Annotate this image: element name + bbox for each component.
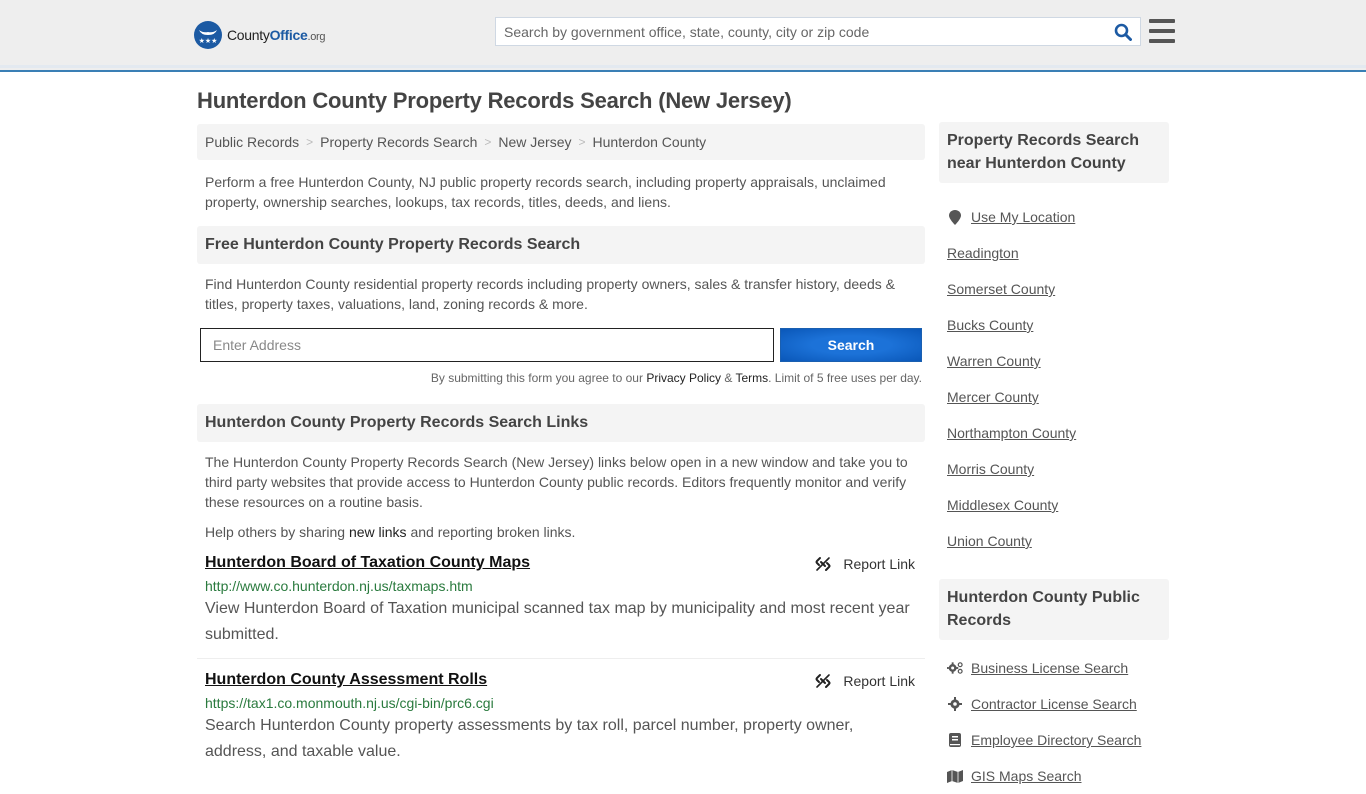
search-icon[interactable] bbox=[1106, 18, 1140, 45]
public-records-link[interactable]: Contractor License Search bbox=[971, 696, 1137, 712]
map-marker-icon bbox=[947, 209, 963, 225]
nearby-link[interactable]: Mercer County bbox=[947, 389, 1039, 405]
breadcrumb-separator: > bbox=[306, 135, 314, 149]
disclaimer-prefix: By submitting this form you agree to our bbox=[430, 371, 647, 385]
link-description: Search Hunterdon County property assessm… bbox=[205, 717, 854, 760]
disclaimer-amp: & bbox=[721, 371, 736, 385]
gear-icon bbox=[947, 697, 963, 711]
disclaimer-suffix: . Limit of 5 free uses per day. bbox=[768, 371, 922, 385]
sidebar: Property Records Search near Hunterdon C… bbox=[939, 122, 1169, 794]
nearby-link[interactable]: Morris County bbox=[947, 461, 1034, 477]
breadcrumb-public-records[interactable]: Public Records bbox=[205, 134, 299, 150]
public-records-panel: Hunterdon County Public Records Business… bbox=[939, 579, 1169, 794]
nearby-link[interactable]: Somerset County bbox=[947, 281, 1055, 297]
use-my-location-link[interactable]: Use My Location bbox=[971, 209, 1075, 225]
nearby-link[interactable]: Middlesex County bbox=[947, 497, 1058, 513]
nearby-item: Mercer County bbox=[947, 379, 1161, 415]
nearby-list: Use My Location Readington Somerset Coun… bbox=[939, 183, 1169, 559]
map-icon bbox=[947, 769, 963, 783]
address-input[interactable] bbox=[200, 328, 774, 362]
nearby-heading: Property Records Search near Hunterdon C… bbox=[939, 122, 1169, 183]
report-link-label: Report Link bbox=[843, 556, 915, 572]
breadcrumb-property-records-search[interactable]: Property Records Search bbox=[320, 134, 477, 150]
breadcrumb-new-jersey[interactable]: New Jersey bbox=[498, 134, 571, 150]
nearby-panel: Property Records Search near Hunterdon C… bbox=[939, 122, 1169, 559]
report-link-button[interactable]: Report Link bbox=[815, 673, 915, 689]
form-disclaimer: By submitting this form you agree to our… bbox=[197, 371, 925, 385]
intro-text: Perform a free Hunterdon County, NJ publ… bbox=[205, 174, 886, 210]
book-icon bbox=[947, 733, 963, 747]
logo-brand-left: County bbox=[227, 27, 270, 43]
breadcrumb: Public Records > Property Records Search… bbox=[197, 124, 925, 160]
free-search-heading: Free Hunterdon County Property Records S… bbox=[197, 226, 925, 264]
new-links-link[interactable]: new links bbox=[349, 524, 407, 540]
nearby-item: Readington bbox=[947, 235, 1161, 271]
link-url: http://www.co.hunterdon.nj.us/taxmaps.ht… bbox=[205, 578, 473, 594]
address-search-button[interactable]: Search bbox=[780, 328, 922, 362]
privacy-policy-link[interactable]: Privacy Policy bbox=[646, 371, 721, 385]
links-section-description: The Hunterdon County Property Records Se… bbox=[205, 454, 908, 510]
logo-text: CountyOffice.org bbox=[227, 27, 326, 43]
link-url: https://tax1.co.monmouth.nj.us/cgi-bin/p… bbox=[205, 695, 494, 711]
global-search-input[interactable] bbox=[496, 18, 1106, 45]
nearby-link[interactable]: Northampton County bbox=[947, 425, 1076, 441]
report-link-label: Report Link bbox=[843, 673, 915, 689]
terms-link[interactable]: Terms bbox=[735, 371, 768, 385]
public-records-link[interactable]: Business License Search bbox=[971, 660, 1128, 676]
svg-text:★★★: ★★★ bbox=[199, 37, 218, 45]
nearby-item: Union County bbox=[947, 523, 1161, 559]
link-item: Hunterdon Board of Taxation County Maps … bbox=[197, 542, 925, 659]
help-suffix: and reporting broken links. bbox=[406, 524, 576, 540]
site-header: ★★★ CountyOffice.org bbox=[0, 0, 1366, 72]
broken-link-icon bbox=[815, 674, 831, 688]
links-section-heading: Hunterdon County Property Records Search… bbox=[197, 404, 925, 442]
page-title: Hunterdon County Property Records Search… bbox=[197, 88, 792, 113]
nearby-item: Bucks County bbox=[947, 307, 1161, 343]
menu-bar bbox=[1149, 29, 1175, 33]
broken-link-icon bbox=[815, 557, 831, 571]
logo-tld: .org bbox=[307, 31, 326, 43]
help-prefix: Help others by sharing bbox=[205, 524, 349, 540]
link-title[interactable]: Hunterdon Board of Taxation County Maps bbox=[205, 554, 530, 571]
nearby-link[interactable]: Union County bbox=[947, 533, 1032, 549]
nearby-item: Morris County bbox=[947, 451, 1161, 487]
public-records-item: Business License Search bbox=[947, 650, 1161, 686]
nearby-item: Middlesex County bbox=[947, 487, 1161, 523]
hamburger-menu-icon[interactable] bbox=[1149, 19, 1175, 43]
site-logo[interactable]: ★★★ CountyOffice.org bbox=[194, 21, 326, 49]
public-records-link[interactable]: GIS Maps Search bbox=[971, 768, 1082, 784]
help-text: Help others by sharing new links and rep… bbox=[197, 512, 925, 542]
link-description: View Hunterdon Board of Taxation municip… bbox=[205, 600, 910, 643]
menu-bar bbox=[1149, 19, 1175, 23]
report-link-button[interactable]: Report Link bbox=[815, 556, 915, 572]
link-item: Hunterdon County Assessment Rolls Report… bbox=[197, 659, 925, 775]
nearby-item: Warren County bbox=[947, 343, 1161, 379]
logo-brand-right: Office bbox=[269, 27, 308, 43]
breadcrumb-hunterdon-county[interactable]: Hunterdon County bbox=[593, 134, 707, 150]
main-content: Public Records > Property Records Search… bbox=[197, 124, 925, 775]
nearby-link[interactable]: Bucks County bbox=[947, 317, 1033, 333]
public-records-link[interactable]: Employee Directory Search bbox=[971, 732, 1141, 748]
breadcrumb-separator: > bbox=[484, 135, 492, 149]
public-records-item: Contractor License Search bbox=[947, 686, 1161, 722]
public-records-item: Employee Directory Search bbox=[947, 722, 1161, 758]
eagle-logo-icon: ★★★ bbox=[194, 21, 222, 49]
links-list: Hunterdon Board of Taxation County Maps … bbox=[197, 542, 925, 775]
nearby-item: Somerset County bbox=[947, 271, 1161, 307]
nearby-link[interactable]: Warren County bbox=[947, 353, 1041, 369]
public-records-item: GIS Maps Search bbox=[947, 758, 1161, 794]
public-records-list: Business License Search Contractor Licen… bbox=[939, 640, 1169, 794]
global-search bbox=[495, 17, 1141, 46]
menu-bar bbox=[1149, 39, 1175, 43]
nearby-link[interactable]: Readington bbox=[947, 245, 1019, 261]
breadcrumb-separator: > bbox=[578, 135, 586, 149]
address-search-form: Search bbox=[197, 328, 925, 362]
nearby-item: Northampton County bbox=[947, 415, 1161, 451]
public-records-heading: Hunterdon County Public Records bbox=[939, 579, 1169, 640]
gears-icon bbox=[947, 661, 963, 675]
free-search-description: Find Hunterdon County residential proper… bbox=[205, 276, 895, 312]
use-my-location-item: Use My Location bbox=[947, 199, 1161, 235]
link-title[interactable]: Hunterdon County Assessment Rolls bbox=[205, 671, 487, 688]
